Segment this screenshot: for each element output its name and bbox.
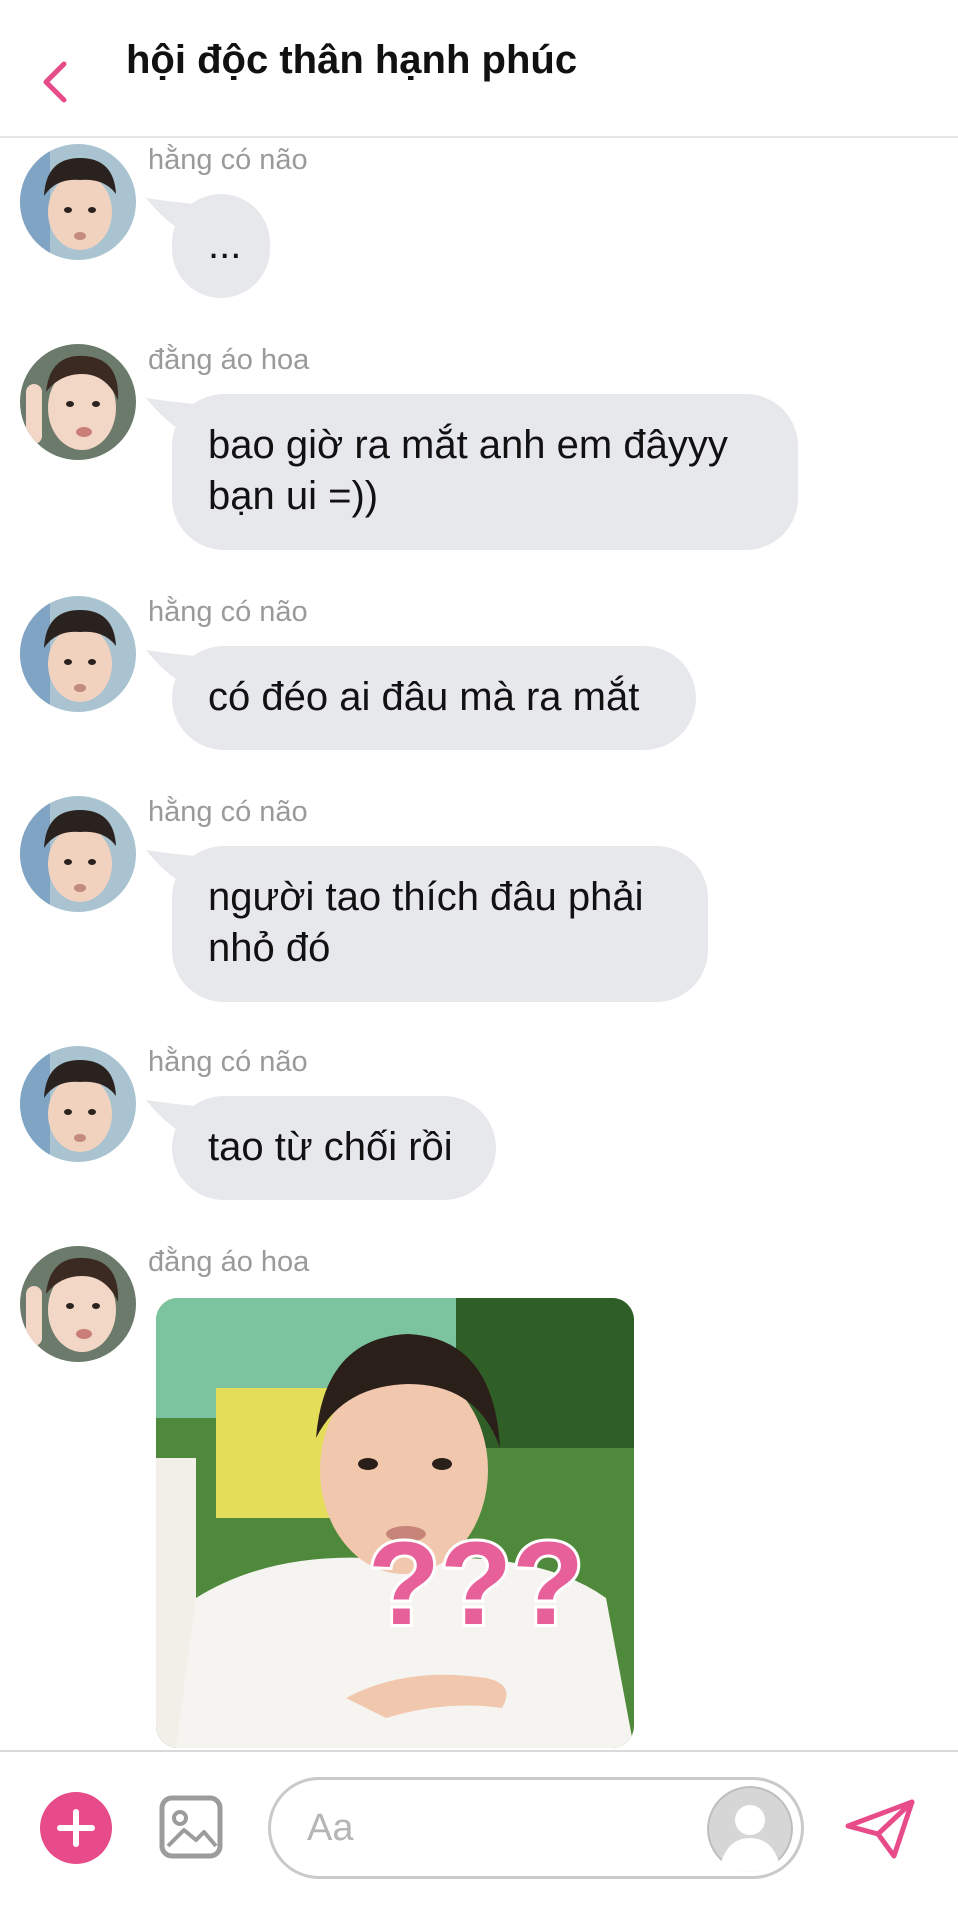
message-bubble[interactable]: bao giờ ra mắt anh em đâyyy bạn ui =))	[172, 394, 798, 550]
profile-button[interactable]	[707, 1786, 793, 1872]
plus-icon	[57, 1809, 95, 1847]
message-input-wrapper	[268, 1777, 804, 1879]
user-icon	[707, 1786, 793, 1872]
message-list: hằng có não ... đằng áo hoa bao giờ ra m…	[0, 138, 958, 1750]
avatar[interactable]	[20, 344, 136, 460]
sender-name: hằng có não	[148, 596, 308, 628]
message-bubble[interactable]: tao từ chối rồi	[172, 1096, 496, 1200]
back-button[interactable]	[34, 56, 78, 108]
chat-title: hội độc thân hạnh phúc	[126, 38, 578, 82]
send-icon	[845, 1799, 915, 1859]
image-icon	[159, 1795, 223, 1859]
avatar[interactable]	[20, 1246, 136, 1362]
message-input[interactable]	[307, 1802, 647, 1854]
avatar[interactable]	[20, 596, 136, 712]
send-button[interactable]	[842, 1796, 918, 1862]
avatar[interactable]	[20, 144, 136, 260]
chevron-left-icon	[43, 61, 67, 103]
sender-name: hằng có não	[148, 144, 308, 176]
sender-name: đằng áo hoa	[148, 344, 310, 376]
add-button[interactable]	[40, 1792, 112, 1864]
sender-name: hằng có não	[148, 1046, 308, 1078]
avatar[interactable]	[20, 796, 136, 912]
sender-name: hằng có não	[148, 796, 308, 828]
chat-header: hội độc thân hạnh phúc	[0, 0, 958, 138]
sticker-text: ???	[368, 1518, 584, 1650]
message-bubble[interactable]: ...	[172, 194, 270, 298]
image-button[interactable]	[158, 1794, 224, 1860]
avatar[interactable]	[20, 1046, 136, 1162]
message-bubble[interactable]: người tao thích đâu phải nhỏ đó	[172, 846, 708, 1002]
message-bubble[interactable]: có đéo ai đâu mà ra mắt	[172, 646, 696, 750]
sender-name: đằng áo hoa	[148, 1246, 310, 1278]
composer-bar	[0, 1750, 958, 1920]
sticker-image[interactable]: ???	[156, 1298, 634, 1748]
